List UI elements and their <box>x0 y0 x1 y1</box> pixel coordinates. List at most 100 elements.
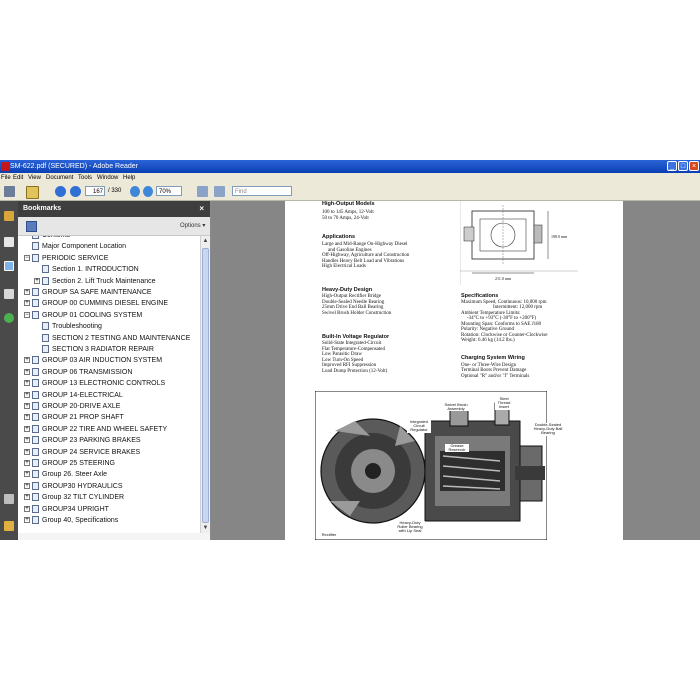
previous-page-icon[interactable] <box>55 186 66 197</box>
bookmark-item[interactable]: SECTION 3 RADIATOR REPAIR <box>18 344 200 355</box>
expand-icon[interactable]: + <box>24 357 30 364</box>
options-dropdown[interactable]: Options ▾ <box>180 222 205 229</box>
menu-tools[interactable]: Tools <box>78 173 92 183</box>
bookmark-item[interactable]: + GROUP30 HYDRAULICS <box>18 481 200 492</box>
bookmark-item[interactable]: + GROUP SA SAFE MAINTENANCE <box>18 287 200 298</box>
expand-icon[interactable]: + <box>24 368 30 375</box>
bullet: High-Output Rectifier Bridge <box>322 294 382 299</box>
menu-file[interactable]: File <box>1 173 11 183</box>
adobe-reader-window: SM-622.pdf (SECURED) - Adobe Reader _ □ … <box>0 160 700 540</box>
bookmark-icon <box>32 436 39 445</box>
bookmarks-icon[interactable] <box>4 261 14 271</box>
bookmark-item[interactable]: + GROUP 00 CUMMINS DIESEL ENGINE <box>18 298 200 309</box>
menu-window[interactable]: Window <box>97 173 118 183</box>
close-panel-icon[interactable]: × <box>199 201 204 217</box>
bookmark-item[interactable]: Contents <box>18 236 200 241</box>
scroll-down-icon[interactable]: ▼ <box>202 524 209 532</box>
bookmark-item[interactable]: + GROUP 06 TRANSMISSION <box>18 367 200 378</box>
bookmark-item[interactable]: + Group 26. Steer Axle <box>18 469 200 480</box>
bookmark-item[interactable]: + Section 2. Lift Truck Maintenance <box>18 276 200 287</box>
document-view[interactable]: High-Output Models 100 to 145 Amps, 12-V… <box>211 201 700 540</box>
bullet: 50 to 70 Amps, 24-Volt <box>322 216 369 221</box>
signature-icon[interactable] <box>4 289 14 299</box>
bookmark-item[interactable]: + GROUP 23 PARKING BRAKES <box>18 435 200 446</box>
bookmark-label: GROUP 21 PROP SHAFT <box>42 414 124 422</box>
expand-icon[interactable]: + <box>24 414 30 421</box>
bookmark-item[interactable]: + GROUP 21 PROP SHAFT <box>18 412 200 423</box>
expand-icon[interactable]: + <box>24 494 30 501</box>
expand-icon[interactable]: + <box>24 380 30 387</box>
scroll-up-icon[interactable]: ▲ <box>202 237 209 245</box>
help-icon[interactable] <box>4 313 14 323</box>
bookmark-item[interactable]: + Group 32 TILT CYLINDER <box>18 492 200 503</box>
bookmark-icon <box>32 299 39 308</box>
zoom-level-input[interactable]: 70% <box>156 186 182 196</box>
bookmark-label: Section 1. INTRODUCTION <box>52 266 139 274</box>
bookmark-icon <box>32 402 39 410</box>
expand-icon[interactable]: + <box>24 460 30 466</box>
heading-heavy-duty: Heavy-Duty Design <box>322 287 373 293</box>
bookmark-item[interactable]: − GROUP 01 COOLING SYSTEM <box>18 310 200 321</box>
page-number-input[interactable]: 167 <box>85 186 105 196</box>
open-icon[interactable] <box>26 186 39 199</box>
expand-icon[interactable]: + <box>24 471 30 478</box>
zoom-out-icon[interactable] <box>130 186 140 197</box>
expand-icon[interactable]: + <box>24 517 30 523</box>
bookmark-item[interactable]: Troubleshooting <box>18 321 200 332</box>
expand-icon[interactable]: + <box>24 391 30 398</box>
bookmark-item[interactable]: + GROUP 24 SERVICE BRAKES <box>18 447 200 458</box>
zoom-in-icon[interactable] <box>143 186 153 197</box>
scroll-thumb[interactable] <box>202 248 209 523</box>
bookmark-icon <box>32 447 39 456</box>
attachments-icon[interactable] <box>4 494 14 504</box>
expand-icon[interactable]: + <box>24 482 30 489</box>
menu-document[interactable]: Document <box>46 173 73 183</box>
expand-icon[interactable]: + <box>24 505 30 512</box>
collapse-icon[interactable]: − <box>24 254 30 261</box>
bookmark-item[interactable]: + GROUP 20-DRIVE AXLE <box>18 401 200 412</box>
bookmark-item[interactable]: + GROUP 25 STEERING <box>18 458 200 469</box>
fit-page-icon[interactable] <box>197 186 208 197</box>
menu-view[interactable]: View <box>28 173 41 183</box>
find-input[interactable]: Find <box>232 186 292 196</box>
bookmark-icon <box>32 367 39 376</box>
bookmark-item[interactable]: + GROUP34 UPRIGHT <box>18 504 200 515</box>
bookmark-icon <box>32 516 39 524</box>
bookmarks-panel: Bookmarks × Options ▾ Contents Major Comp… <box>18 201 211 540</box>
bookmark-item[interactable]: + GROUP 22 TIRE AND WHEEL SAFETY <box>18 424 200 435</box>
bookmark-item[interactable]: + GROUP 13 ELECTRONIC CONTROLS <box>18 378 200 389</box>
print-icon[interactable] <box>4 186 15 197</box>
expand-icon[interactable]: + <box>24 289 30 295</box>
bookmark-item[interactable]: Major Component Location <box>18 241 200 252</box>
menu-help[interactable]: Help <box>123 173 135 183</box>
bookmarks-scrollbar[interactable]: ▲ ▼ <box>200 236 210 533</box>
menu-edit[interactable]: Edit <box>13 173 23 183</box>
maximize-button[interactable]: □ <box>678 161 688 171</box>
expand-icon[interactable]: + <box>34 277 40 284</box>
bookmark-item[interactable]: SECTION 2 TESTING AND MAINTENANCE <box>18 333 200 344</box>
expand-icon[interactable]: + <box>24 403 30 409</box>
bookmark-item[interactable]: − PERIODIC SERVICE <box>18 253 200 264</box>
bookmark-icon <box>32 379 39 388</box>
expand-icon[interactable]: + <box>24 425 30 432</box>
expand-icon[interactable]: + <box>24 300 30 307</box>
close-button[interactable]: × <box>689 161 699 171</box>
bookmark-item[interactable]: + GROUP 14-ELECTRICAL <box>18 390 200 401</box>
next-page-icon[interactable] <box>70 186 81 197</box>
lock-icon[interactable] <box>4 211 14 221</box>
collapse-icon[interactable]: − <box>24 311 30 318</box>
expand-icon[interactable]: + <box>24 437 30 444</box>
bullet: Optional "R" and/or "I" Terminals <box>461 374 530 379</box>
bookmark-label: Group 26. Steer Axle <box>42 471 107 479</box>
minimize-button[interactable]: _ <box>667 161 677 171</box>
comments-icon[interactable] <box>4 521 14 531</box>
bookmark-item[interactable]: + GROUP 03 AIR INDUCTION SYSTEM <box>18 355 200 366</box>
bookmark-icon <box>42 265 49 274</box>
expand-icon[interactable]: + <box>24 448 30 455</box>
bookmark-options-icon[interactable] <box>26 221 37 232</box>
bookmark-item[interactable]: + Group 40, Specifications <box>18 515 200 526</box>
fit-width-icon[interactable] <box>214 186 225 197</box>
bookmark-item[interactable]: Section 1. INTRODUCTION <box>18 264 200 275</box>
bullet: High Electrical Loads <box>322 264 366 269</box>
pages-icon[interactable] <box>4 237 14 247</box>
